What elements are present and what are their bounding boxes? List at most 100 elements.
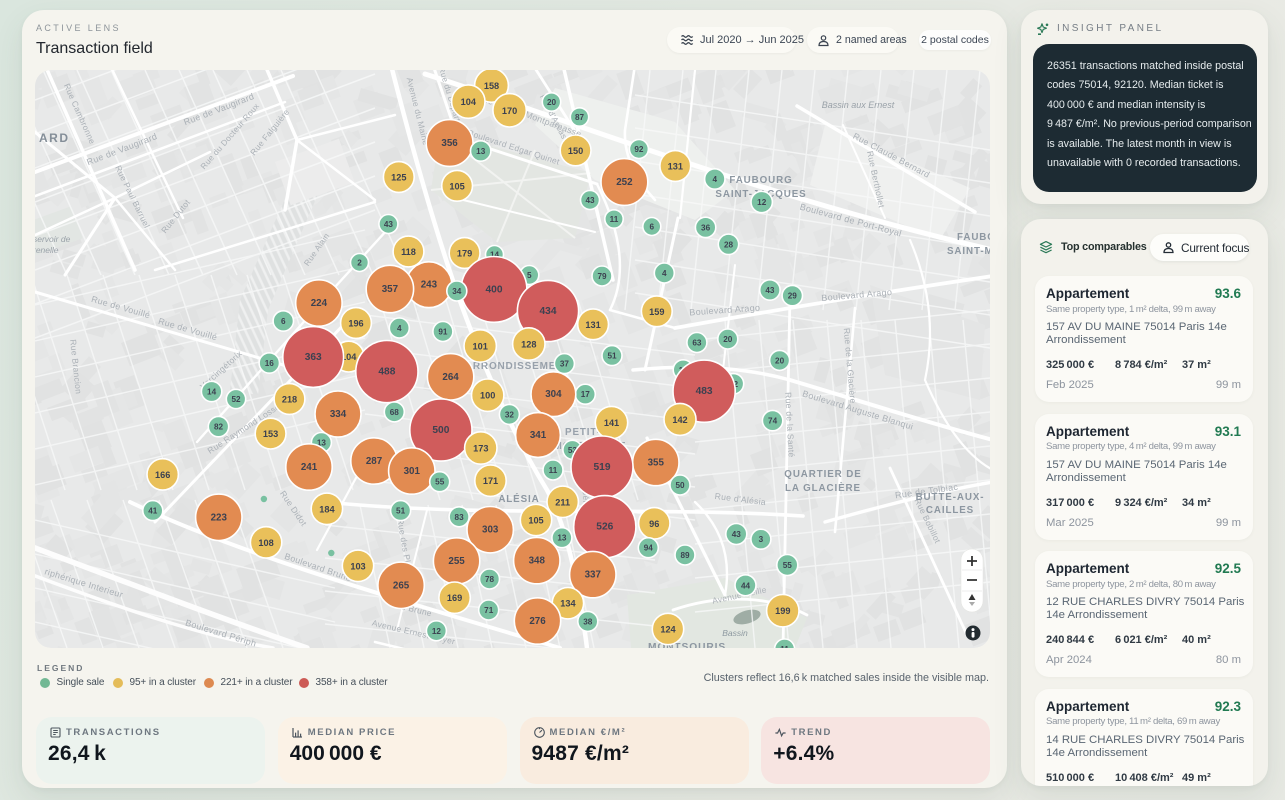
svg-text:38: 38	[583, 617, 593, 626]
svg-text:92: 92	[634, 145, 644, 154]
svg-text:301: 301	[404, 466, 421, 477]
svg-text:BUTTE-AUX-: BUTTE-AUX-	[916, 492, 985, 503]
svg-text:179: 179	[457, 249, 472, 259]
svg-text:125: 125	[391, 173, 406, 183]
svg-text:51: 51	[607, 352, 617, 361]
svg-text:29: 29	[788, 292, 798, 301]
svg-text:224: 224	[311, 298, 328, 309]
svg-text:44: 44	[741, 581, 751, 590]
svg-text:79: 79	[597, 272, 607, 281]
svg-text:184: 184	[319, 504, 335, 514]
svg-text:50: 50	[675, 481, 685, 490]
svg-text:6: 6	[281, 317, 286, 326]
svg-text:Bassin: Bassin	[722, 628, 748, 638]
svg-text:118: 118	[401, 247, 416, 257]
svg-text:171: 171	[483, 476, 498, 486]
svg-text:12: 12	[432, 627, 442, 636]
svg-text:20: 20	[547, 98, 557, 107]
svg-text:43: 43	[585, 196, 595, 205]
svg-text:500: 500	[432, 425, 449, 436]
svg-text:199: 199	[775, 606, 790, 616]
svg-text:150: 150	[568, 146, 583, 156]
svg-text:128: 128	[521, 340, 536, 350]
svg-text:17: 17	[581, 390, 591, 399]
svg-text:41: 41	[148, 507, 158, 516]
svg-text:100: 100	[480, 391, 495, 401]
svg-text:55: 55	[783, 561, 793, 570]
svg-text:6: 6	[650, 223, 655, 232]
svg-text:16: 16	[265, 359, 275, 368]
svg-text:20: 20	[723, 335, 733, 344]
svg-text:servoir de: servoir de	[35, 234, 71, 244]
svg-text:357: 357	[382, 284, 399, 295]
svg-text:170: 170	[502, 106, 517, 116]
svg-text:105: 105	[449, 181, 464, 191]
svg-text:363: 363	[305, 352, 322, 363]
svg-text:169: 169	[447, 593, 462, 603]
svg-text:Bassin aux Ernest: Bassin aux Ernest	[822, 100, 895, 110]
svg-text:303: 303	[482, 525, 499, 536]
svg-text:91: 91	[438, 328, 448, 337]
svg-text:223: 223	[211, 512, 228, 523]
svg-text:74: 74	[768, 417, 778, 426]
svg-text:141: 141	[604, 418, 619, 428]
svg-text:4: 4	[713, 175, 718, 184]
svg-text:2: 2	[357, 259, 362, 268]
svg-text:255: 255	[448, 556, 465, 567]
svg-text:3: 3	[759, 535, 764, 544]
svg-text:101: 101	[473, 342, 488, 352]
svg-text:renelle: renelle	[35, 245, 59, 255]
svg-text:11: 11	[610, 215, 619, 224]
svg-text:134: 134	[560, 599, 576, 609]
svg-text:13: 13	[476, 147, 486, 156]
svg-text:71: 71	[484, 606, 494, 615]
svg-text:QUARTIER DE: QUARTIER DE	[784, 469, 861, 480]
svg-text:196: 196	[348, 319, 363, 329]
svg-text:14: 14	[207, 388, 217, 397]
svg-text:96: 96	[649, 519, 659, 529]
svg-text:55: 55	[435, 478, 445, 487]
svg-text:103: 103	[350, 561, 365, 571]
svg-text:CAILLES: CAILLES	[926, 505, 974, 516]
svg-text:526: 526	[596, 522, 613, 533]
svg-text:43: 43	[384, 220, 394, 229]
svg-text:241: 241	[301, 462, 318, 473]
svg-text:37: 37	[560, 360, 570, 369]
svg-text:519: 519	[594, 462, 611, 473]
svg-text:12: 12	[757, 198, 767, 207]
svg-text:83: 83	[455, 513, 465, 522]
svg-text:356: 356	[441, 138, 458, 149]
svg-text:43: 43	[765, 286, 775, 295]
svg-text:20: 20	[775, 356, 785, 365]
svg-text:36: 36	[701, 223, 711, 232]
svg-text:287: 287	[366, 456, 383, 467]
svg-text:166: 166	[155, 470, 170, 480]
svg-text:173: 173	[473, 444, 488, 454]
svg-text:11: 11	[549, 466, 558, 475]
svg-text:11: 11	[780, 645, 789, 648]
svg-text:28: 28	[724, 240, 734, 249]
svg-text:355: 355	[648, 458, 665, 469]
svg-text:4: 4	[397, 324, 402, 333]
svg-text:82: 82	[214, 423, 224, 432]
svg-text:434: 434	[540, 306, 557, 317]
svg-text:87: 87	[575, 113, 585, 122]
svg-text:89: 89	[680, 551, 690, 560]
svg-text:78: 78	[485, 575, 495, 584]
svg-text:ARD: ARD	[39, 131, 70, 145]
svg-text:4: 4	[662, 269, 667, 278]
svg-text:153: 153	[263, 429, 278, 439]
svg-text:104: 104	[461, 97, 477, 107]
svg-text:334: 334	[330, 409, 347, 420]
svg-text:400: 400	[486, 284, 503, 295]
svg-text:276: 276	[529, 616, 546, 627]
svg-text:ALÉSIA: ALÉSIA	[498, 493, 539, 505]
svg-text:13: 13	[557, 534, 567, 543]
svg-text:142: 142	[672, 415, 687, 425]
svg-text:348: 348	[529, 556, 546, 567]
svg-text:124: 124	[660, 625, 676, 635]
svg-text:304: 304	[545, 389, 562, 400]
svg-text:FAUBOURG: FAUBOURG	[729, 175, 792, 186]
svg-text:341: 341	[530, 430, 547, 441]
svg-text:218: 218	[282, 395, 297, 405]
